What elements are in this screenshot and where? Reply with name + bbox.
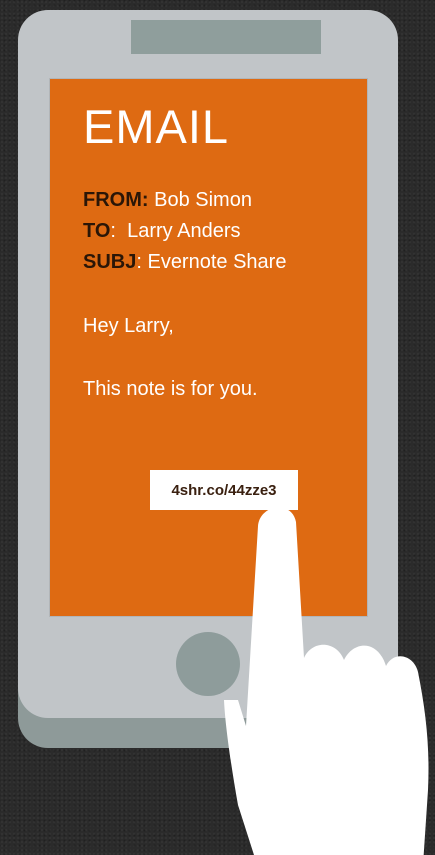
- from-label: FROM:: [83, 189, 149, 211]
- phone-speaker: [131, 20, 321, 54]
- short-link-button[interactable]: 4shr.co/44zze3: [150, 470, 298, 510]
- email-greeting: Hey Larry,: [83, 315, 174, 337]
- from-value: Bob Simon: [148, 189, 252, 211]
- to-line: TO: Larry Anders: [83, 221, 240, 241]
- to-label: TO: [83, 220, 111, 242]
- to-value: : Larry Anders: [110, 220, 241, 242]
- subject-line: SUBJ: Evernote Share: [83, 252, 286, 272]
- subject-label: SUBJ: [83, 251, 137, 273]
- subject-value: : Evernote Share: [136, 251, 287, 273]
- email-message: This note is for you.: [83, 378, 258, 400]
- email-title: EMAIL: [83, 100, 230, 153]
- from-line: FROM: Bob Simon: [83, 190, 252, 210]
- phone-screen: EMAIL FROM: Bob Simon TO: Larry Anders S…: [49, 78, 368, 617]
- home-button[interactable]: [176, 632, 240, 696]
